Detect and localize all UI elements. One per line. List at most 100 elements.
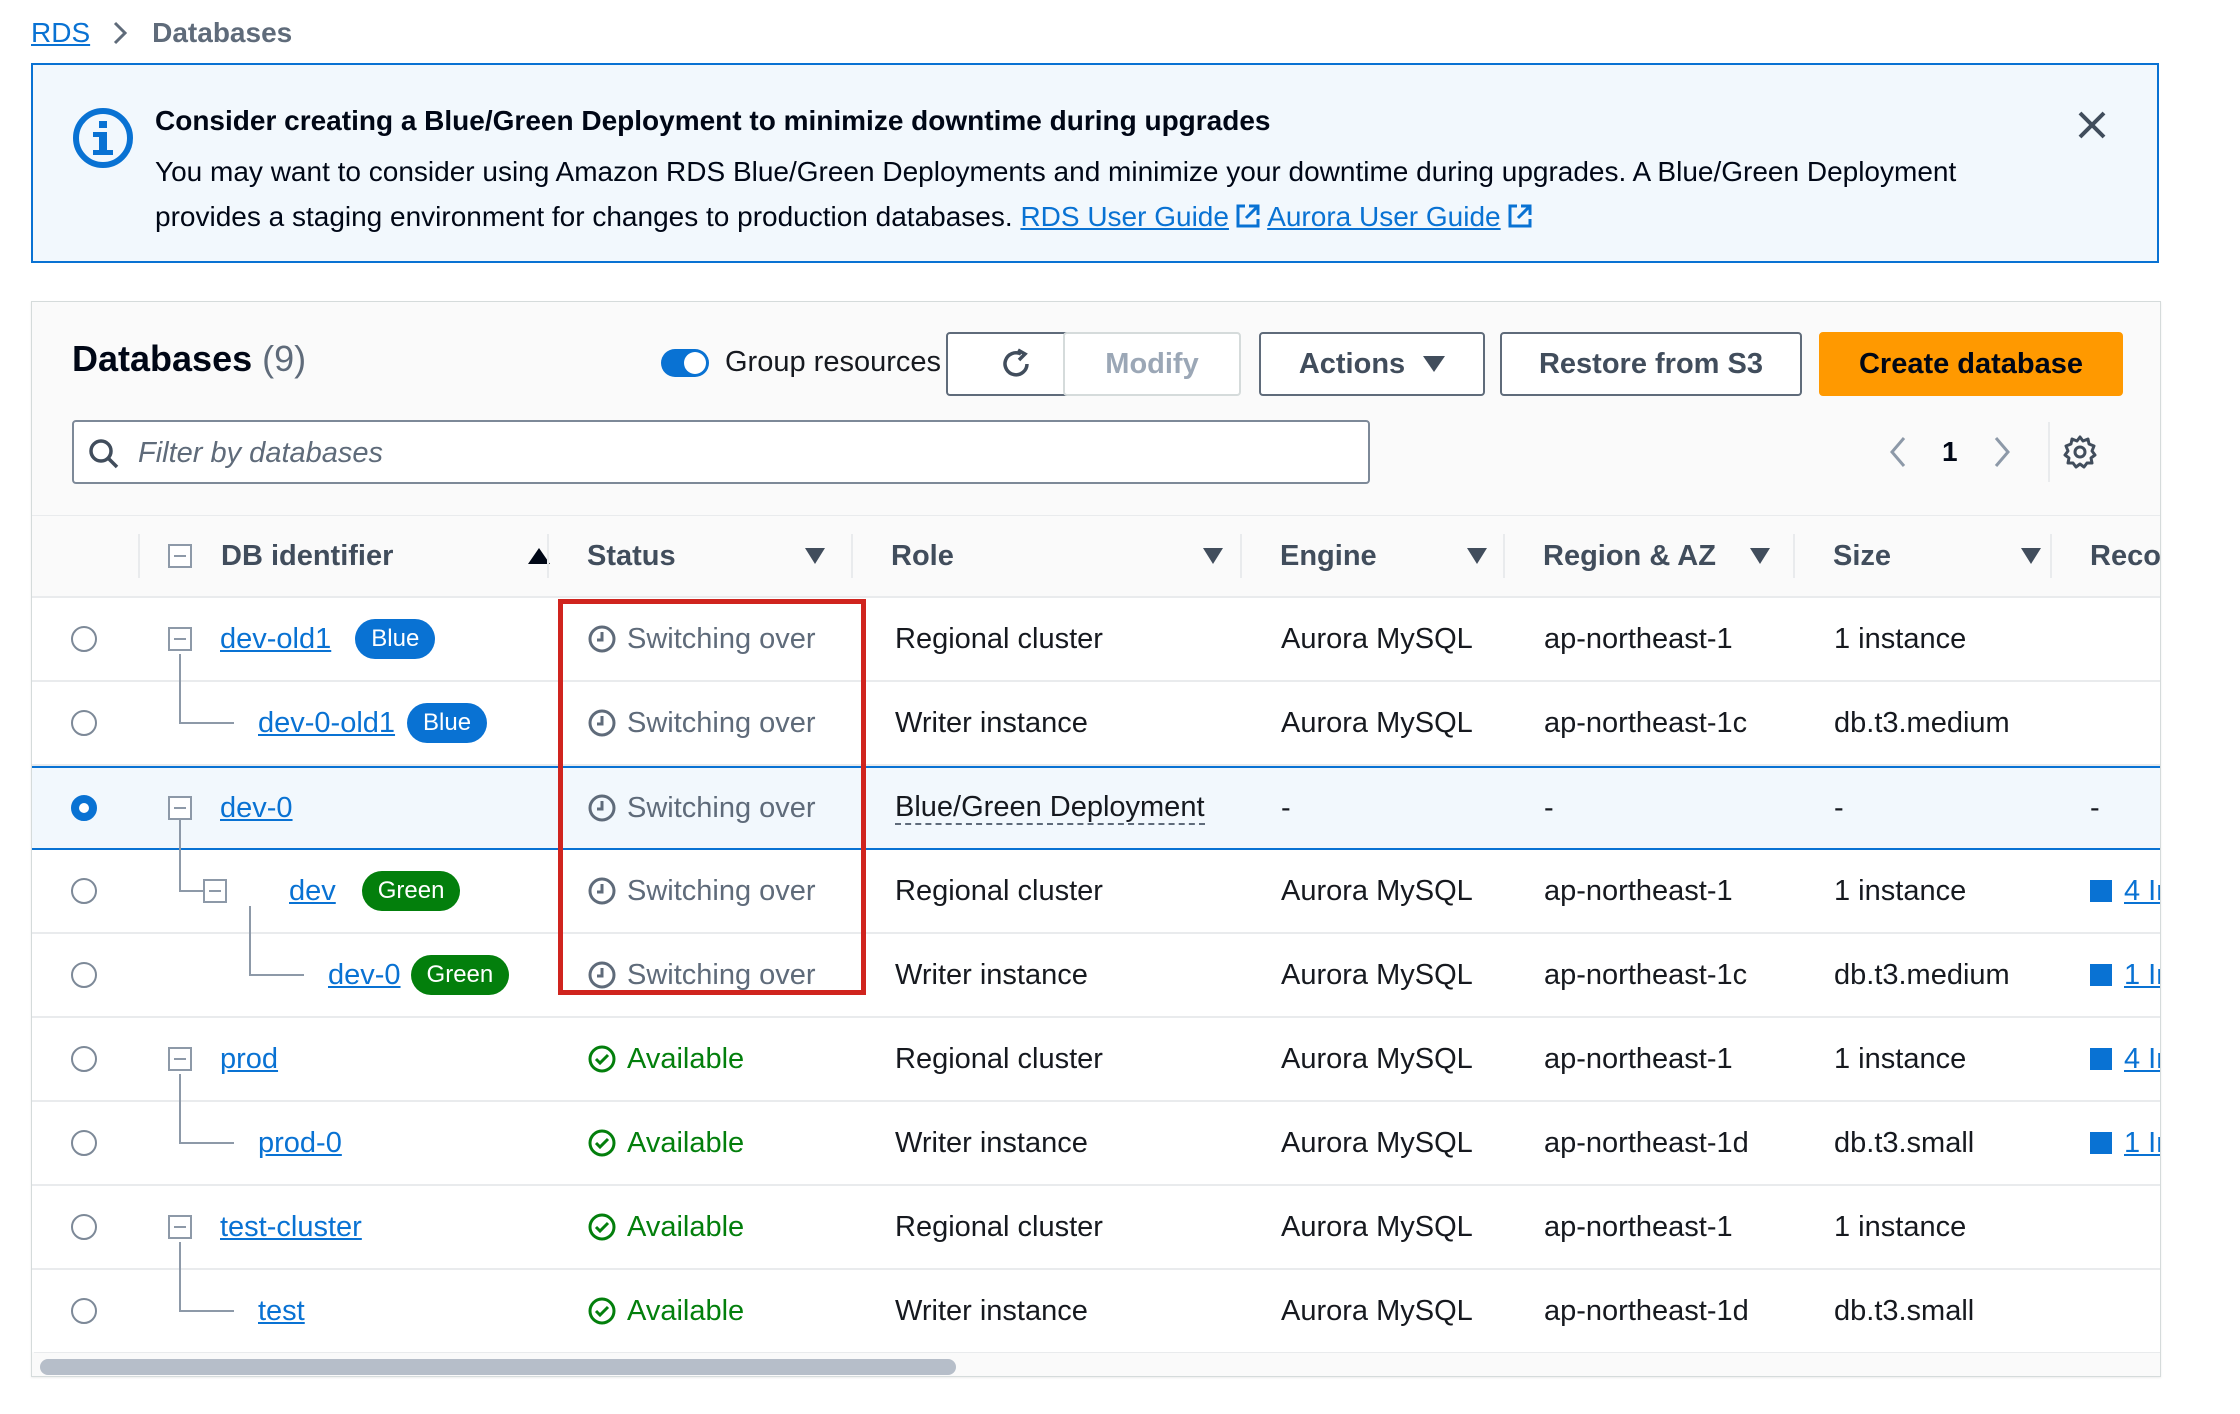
actions-button[interactable]: Actions [1259,332,1485,396]
db-identifier-link[interactable]: dev [289,875,336,908]
table-row[interactable]: prod-0 Available Writer instance Aurora … [32,1074,2160,1186]
aurora-user-guide-label: Aurora User Guide [1267,201,1501,232]
status-cell: Available [587,1186,744,1268]
status-cell: Available [587,1102,744,1184]
db-identifier-link[interactable]: test [258,1295,305,1328]
tree-line [179,1310,234,1312]
column-region-az-label: Region & AZ [1543,539,1716,572]
chevron-left-icon[interactable] [1888,435,1908,469]
close-icon[interactable] [2073,106,2111,144]
column-status[interactable]: Status [547,516,847,596]
collapse-icon[interactable] [168,627,192,651]
row-radio[interactable] [71,1130,97,1156]
recommendation-link[interactable]: 1 In [2124,1127,2160,1160]
tree-line [179,722,234,724]
recommendations-cell[interactable]: 1 In [2090,1102,2160,1184]
recommendations-cell[interactable]: 4 In [2090,850,2160,932]
db-identifier-link[interactable]: dev-0-old1 [258,707,395,740]
collapse-icon[interactable] [168,1047,192,1071]
region-cell: ap-northeast-1 [1544,1210,1733,1243]
row-radio[interactable] [71,878,97,904]
column-size[interactable]: Size [1793,516,2083,596]
horizontal-scrollbar[interactable] [34,1352,2160,1376]
row-radio[interactable] [71,710,97,736]
collapse-icon[interactable] [168,1215,192,1239]
db-identifier-link[interactable]: prod-0 [258,1127,342,1160]
status-cell: Switching over [587,934,816,1016]
db-identifier-link[interactable]: test-cluster [220,1211,362,1244]
rds-user-guide-link[interactable]: RDS User Guide [1020,201,1261,232]
status-cell: Switching over [587,598,816,680]
column-size-label: Size [1833,539,1892,572]
db-identifier-link[interactable]: dev-0 [220,792,293,825]
row-radio[interactable] [71,626,97,652]
filter-dropdown-icon[interactable] [1467,548,1487,564]
table-row[interactable]: test Available Writer instance Aurora My… [32,1242,2160,1352]
database-count: (9) [262,338,307,379]
collapse-icon[interactable] [168,796,192,820]
filter-dropdown-icon[interactable] [1750,548,1770,564]
recommendation-square-icon [2090,964,2112,986]
table-row[interactable]: dev-0-old1 Blue Switching over Writer in… [32,654,2160,766]
recommendations-cell[interactable]: 4 In [2090,1018,2160,1100]
table-row-selected[interactable]: dev-0 Switching over Blue/Green Deployme… [32,766,2160,850]
region-cell: ap-northeast-1d [1544,1126,1749,1159]
role-cell: Writer instance [895,1126,1088,1159]
filter-dropdown-icon[interactable] [805,548,825,564]
recommendations-cell[interactable]: 1 In [2090,934,2160,1016]
engine-cell: Aurora MySQL [1281,1294,1473,1327]
recommendation-square-icon [2090,1048,2112,1070]
chevron-right-icon[interactable] [1992,435,2012,469]
filter-dropdown-icon[interactable] [1203,548,1223,564]
db-identifier-link[interactable]: dev-0 [328,959,401,992]
column-region-az[interactable]: Region & AZ [1503,516,1793,596]
group-resources-toggle[interactable]: Group resources [661,346,941,379]
column-role[interactable]: Role [851,516,1241,596]
create-database-button[interactable]: Create database [1819,332,2123,396]
table-row[interactable]: test-cluster Available Regional cluster … [32,1186,2160,1270]
modify-button[interactable]: Modify [1063,332,1241,396]
role-cell[interactable]: Blue/Green Deployment [895,768,1205,848]
table-row[interactable]: dev-old1 Blue Switching over Regional cl… [32,598,2160,682]
collapse-icon[interactable] [203,879,227,903]
recommendation-link[interactable]: 4 In [2124,1043,2160,1076]
region-cell: ap-northeast-1 [1544,622,1733,655]
column-status-label: Status [587,539,676,572]
status-text: Switching over [627,874,816,907]
column-db-identifier[interactable]: DB identifier [138,516,578,596]
role-tooltip-text[interactable]: Blue/Green Deployment [895,791,1205,825]
column-recommendations[interactable]: Reco [2050,516,2160,596]
role-cell: Regional cluster [895,1210,1103,1243]
status-text: Switching over [627,622,816,655]
recommendation-link[interactable]: 1 In [2124,959,2160,992]
db-identifier-link[interactable]: dev-old1 [220,623,331,656]
column-role-label: Role [891,539,954,572]
row-radio[interactable] [71,1046,97,1072]
gear-icon[interactable] [2062,434,2098,470]
filter-input[interactable] [136,432,1340,474]
scrollbar-thumb[interactable] [40,1359,956,1375]
restore-from-s3-button[interactable]: Restore from S3 [1500,332,1802,396]
aurora-user-guide-link[interactable]: Aurora User Guide [1267,201,1532,232]
tree-line [179,1242,181,1310]
clock-icon [588,625,616,653]
table-row[interactable]: dev Green Switching over Regional cluste… [32,820,2160,934]
page-number[interactable]: 1 [1942,436,1958,468]
column-engine[interactable]: Engine [1240,516,1505,596]
table-row[interactable]: dev-0 Green Switching over Writer instan… [32,906,2160,1018]
row-radio[interactable] [71,962,97,988]
db-identifier-link[interactable]: prod [220,1043,278,1076]
row-radio[interactable] [71,1298,97,1324]
collapse-all-icon[interactable] [168,544,192,568]
toggle-switch[interactable] [661,348,709,377]
row-radio[interactable] [71,1214,97,1240]
chevron-right-icon [112,20,128,46]
table-row[interactable]: prod Available Regional cluster Aurora M… [32,1018,2160,1102]
status-text: Available [627,1210,745,1243]
row-radio-selected[interactable] [71,795,97,821]
recommendation-link[interactable]: 4 In [2124,875,2160,908]
check-circle-icon [588,1297,616,1325]
external-link-icon [1508,204,1532,228]
filter-dropdown-icon[interactable] [2021,548,2041,564]
breadcrumb-rds-link[interactable]: RDS [31,17,90,49]
